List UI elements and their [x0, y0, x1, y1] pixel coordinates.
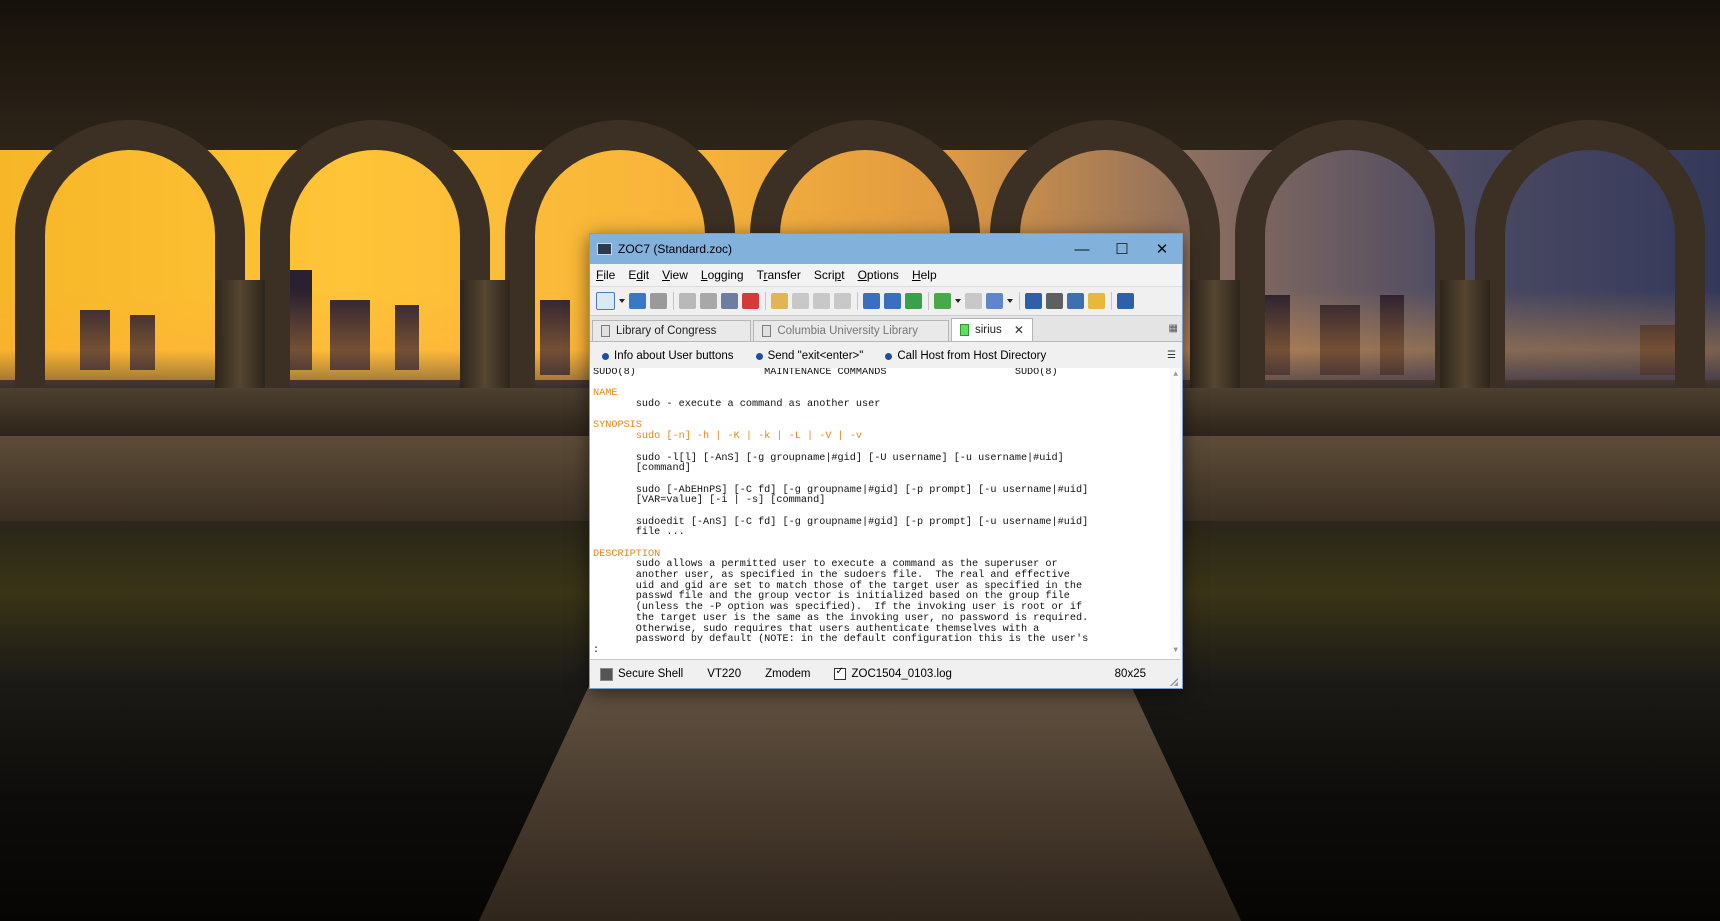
- upload-icon[interactable]: [884, 293, 901, 309]
- pager-prompt: :: [593, 644, 600, 656]
- screen-size: 80x25: [1114, 668, 1146, 680]
- menu-help[interactable]: Help: [912, 268, 937, 282]
- title-bar[interactable]: ZOC7 (Standard.zoc) — ☐ ✕: [590, 234, 1182, 264]
- session-status-icon: [762, 325, 772, 337]
- menu-file[interactable]: File: [596, 268, 615, 282]
- menu-options[interactable]: Options: [858, 268, 899, 282]
- synopsis-line: [VAR=value] [-i | -s] [command]: [593, 495, 826, 507]
- synopsis-line: [command]: [593, 463, 691, 475]
- secure-shell-icon: [600, 667, 613, 681]
- paste-icon[interactable]: [771, 293, 788, 309]
- scroll-up-icon[interactable]: ▲: [1173, 370, 1178, 381]
- terminal-screen[interactable]: SUDO(8) MAINTENANCE COMMANDS SUDO(8) NAM…: [590, 368, 1180, 659]
- tab-sirius[interactable]: sirius ✕: [950, 318, 1033, 341]
- bullet-icon: [755, 352, 763, 360]
- close-button[interactable]: ✕: [1142, 234, 1182, 264]
- screen-icon[interactable]: [1025, 293, 1042, 309]
- logging-checkbox[interactable]: [834, 666, 847, 680]
- user-buttons-bar: Info about User buttons Send "exit<enter…: [590, 342, 1182, 370]
- emulation-type[interactable]: VT220: [707, 668, 741, 680]
- menu-view[interactable]: View: [662, 268, 688, 282]
- description-line: the target user is the same as the invok…: [593, 612, 1089, 624]
- bullet-icon: [885, 352, 893, 360]
- tab-library-of-congress[interactable]: Library of Congress: [592, 320, 752, 341]
- toolbar-separator: [765, 292, 766, 310]
- duplicate-icon[interactable]: [679, 293, 696, 309]
- name-body: sudo - execute a command as another user: [593, 399, 881, 411]
- session-active-icon: [959, 324, 969, 336]
- user-button-call-host[interactable]: Call Host from Host Directory: [885, 350, 1046, 362]
- logging-toggle[interactable]: ZOC1504_0103.log: [834, 666, 952, 680]
- disconnect-icon[interactable]: [650, 293, 667, 309]
- windows-icon[interactable]: [721, 293, 738, 309]
- session-status-icon: [601, 325, 610, 337]
- man-header: SUDO(8) MAINTENANCE COMMANDS SUDO(8): [593, 368, 1058, 378]
- user-button-send-exit[interactable]: Send "exit<enter>": [755, 350, 863, 362]
- resize-grip-icon[interactable]: [1170, 678, 1178, 686]
- terminal-scrollbar[interactable]: ▲ ▼: [1170, 368, 1180, 659]
- print-icon[interactable]: [834, 293, 851, 309]
- maximize-button[interactable]: ☐: [1102, 234, 1142, 264]
- settings-icon[interactable]: [1046, 293, 1063, 309]
- refresh-icon[interactable]: [905, 293, 922, 309]
- play-icon[interactable]: [934, 293, 951, 309]
- user-buttons-menu-icon[interactable]: ☰: [1167, 350, 1176, 361]
- bullet-icon: [602, 352, 609, 360]
- book-icon[interactable]: [1117, 293, 1134, 309]
- tab-grid-icon[interactable]: ▦: [1169, 323, 1178, 334]
- minimize-button[interactable]: —: [1062, 234, 1102, 264]
- toolbar: [590, 286, 1182, 316]
- font-icon[interactable]: [596, 292, 615, 310]
- toolbar-separator: [857, 292, 858, 310]
- chevron-down-icon[interactable]: [619, 293, 625, 309]
- terminal-app-icon: [597, 243, 612, 255]
- close-tab-icon[interactable]: ✕: [1014, 323, 1024, 337]
- download-icon[interactable]: [863, 293, 880, 309]
- status-bar: Secure Shell VT220 Zmodem ZOC1504_0103.l…: [590, 659, 1180, 688]
- edit-icon[interactable]: [813, 293, 830, 309]
- synopsis-line: file ...: [593, 527, 685, 539]
- chevron-down-icon[interactable]: [1007, 293, 1013, 309]
- tab-columbia-university-library[interactable]: Columbia University Library: [753, 320, 949, 341]
- zoc-window: ZOC7 (Standard.zoc) — ☐ ✕ File Edit View…: [589, 233, 1183, 689]
- notes-icon[interactable]: [986, 293, 1003, 309]
- synopsis-line: sudo [-n] -h | -K | -k | -L | -V | -v: [593, 431, 862, 443]
- host-icon[interactable]: [1067, 293, 1084, 309]
- folder-icon[interactable]: [1088, 293, 1105, 309]
- connect-icon[interactable]: [629, 293, 646, 309]
- close-session-icon[interactable]: [742, 293, 759, 309]
- user-button-info[interactable]: Info about User buttons: [602, 350, 734, 362]
- description-line: password by default (NOTE: in the defaul…: [593, 634, 1089, 646]
- window-title: ZOC7 (Standard.zoc): [618, 242, 733, 256]
- session-tabs: Library of Congress Columbia University …: [590, 316, 1182, 342]
- chevron-down-icon[interactable]: [955, 293, 961, 309]
- toolbar-separator: [1019, 292, 1020, 310]
- menu-transfer[interactable]: Transfer: [757, 268, 801, 282]
- menu-bar: File Edit View Logging Transfer Script O…: [590, 264, 1182, 286]
- toolbar-separator: [928, 292, 929, 310]
- clipboard-icon[interactable]: [792, 293, 809, 309]
- transfer-protocol[interactable]: Zmodem: [765, 668, 810, 680]
- menu-script[interactable]: Script: [814, 268, 845, 282]
- menu-logging[interactable]: Logging: [701, 268, 744, 282]
- cancel-icon[interactable]: [700, 293, 717, 309]
- toolbar-separator: [673, 292, 674, 310]
- menu-edit[interactable]: Edit: [628, 268, 649, 282]
- stop-icon[interactable]: [965, 293, 982, 309]
- scroll-down-icon[interactable]: ▼: [1173, 646, 1178, 657]
- toolbar-separator: [1111, 292, 1112, 310]
- connection-type[interactable]: Secure Shell: [600, 667, 683, 681]
